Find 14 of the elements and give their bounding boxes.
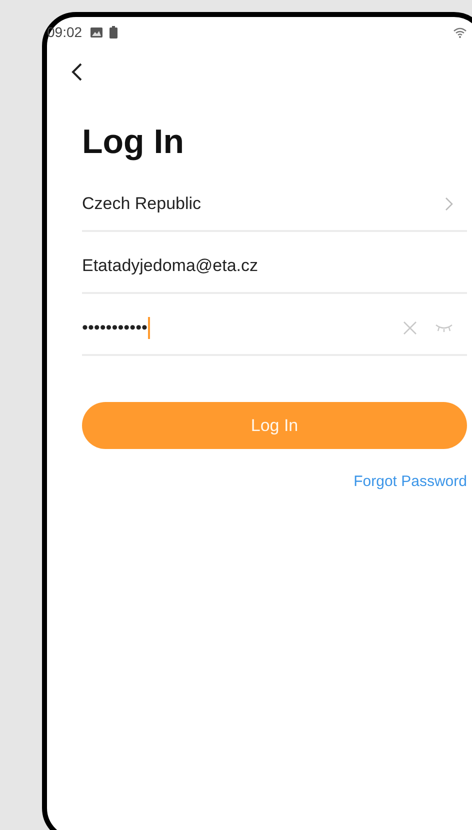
clear-icon[interactable] <box>403 321 417 335</box>
wifi-icon <box>453 26 467 38</box>
battery-icon <box>109 26 118 38</box>
country-selector[interactable]: Czech Republic <box>82 170 467 232</box>
password-value: ••••••••••• <box>82 318 148 338</box>
closed-eye-icon[interactable] <box>435 324 453 332</box>
text-cursor-icon <box>148 317 150 339</box>
image-icon <box>90 26 104 38</box>
page-title: Log In <box>82 122 185 162</box>
back-icon[interactable] <box>71 62 83 82</box>
email-field[interactable]: Etatadyjedoma@eta.cz <box>82 232 467 294</box>
chevron-right-icon <box>445 197 453 211</box>
password-field[interactable]: ••••••••••• <box>82 294 467 356</box>
country-value: Czech Republic <box>82 194 202 214</box>
